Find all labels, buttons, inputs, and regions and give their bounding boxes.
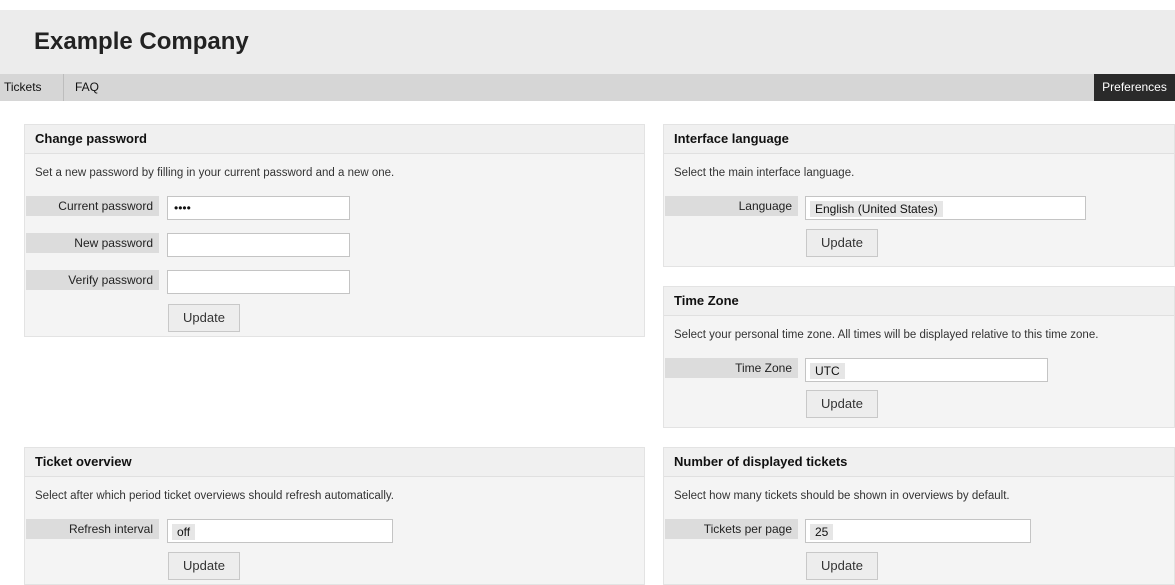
update-tickets-per-page-button[interactable]: Update (806, 552, 878, 580)
tickets-per-page-label: Tickets per page (665, 519, 798, 539)
interface-language-panel: Interface language Select the main inter… (663, 124, 1175, 267)
panel-description: Select the main interface language. (674, 167, 855, 179)
time-zone-label: Time Zone (665, 358, 798, 378)
time-zone-select[interactable]: UTC (805, 358, 1048, 382)
panel-description: Select your personal time zone. All time… (674, 329, 1099, 341)
nav-item-tickets[interactable]: Tickets (4, 74, 42, 101)
time-zone-panel: Time Zone Select your personal time zone… (663, 286, 1175, 428)
verify-password-label: Verify password (26, 270, 159, 290)
update-language-button[interactable]: Update (806, 229, 878, 257)
language-selected-value: English (United States) (810, 201, 943, 217)
current-password-input[interactable] (167, 196, 350, 220)
current-password-label: Current password (26, 196, 159, 216)
new-password-input[interactable] (167, 233, 350, 257)
panel-description: Select how many tickets should be shown … (674, 490, 1010, 502)
new-password-label: New password (26, 233, 159, 253)
language-label: Language (665, 196, 798, 216)
panel-title: Interface language (664, 125, 1174, 154)
main-nav: Tickets FAQ Preferences (0, 74, 1175, 101)
panel-title: Number of displayed tickets (664, 448, 1174, 477)
panel-title: Time Zone (664, 287, 1174, 316)
update-time-zone-button[interactable]: Update (806, 390, 878, 418)
header-bar: Example Company (0, 10, 1175, 74)
refresh-interval-select[interactable]: off (167, 519, 393, 543)
tickets-per-page-selected-value: 25 (810, 524, 834, 540)
ticket-overview-panel: Ticket overview Select after which perio… (24, 447, 645, 585)
nav-divider (63, 74, 64, 101)
change-password-panel: Change password Set a new password by fi… (24, 124, 645, 337)
nav-item-faq[interactable]: FAQ (75, 74, 99, 101)
update-password-button[interactable]: Update (168, 304, 240, 332)
panel-title: Change password (25, 125, 644, 154)
refresh-interval-label: Refresh interval (26, 519, 159, 539)
time-zone-selected-value: UTC (810, 363, 845, 379)
company-name: Example Company (34, 28, 249, 55)
displayed-tickets-panel: Number of displayed tickets Select how m… (663, 447, 1175, 585)
panel-description: Set a new password by filling in your cu… (35, 167, 395, 179)
panel-description: Select after which period ticket overvie… (35, 490, 395, 502)
refresh-interval-selected-value: off (172, 524, 196, 540)
verify-password-input[interactable] (167, 270, 350, 294)
language-select[interactable]: English (United States) (805, 196, 1086, 220)
update-refresh-interval-button[interactable]: Update (168, 552, 240, 580)
panel-title: Ticket overview (25, 448, 644, 477)
nav-item-preferences[interactable]: Preferences (1094, 74, 1175, 101)
tickets-per-page-select[interactable]: 25 (805, 519, 1031, 543)
